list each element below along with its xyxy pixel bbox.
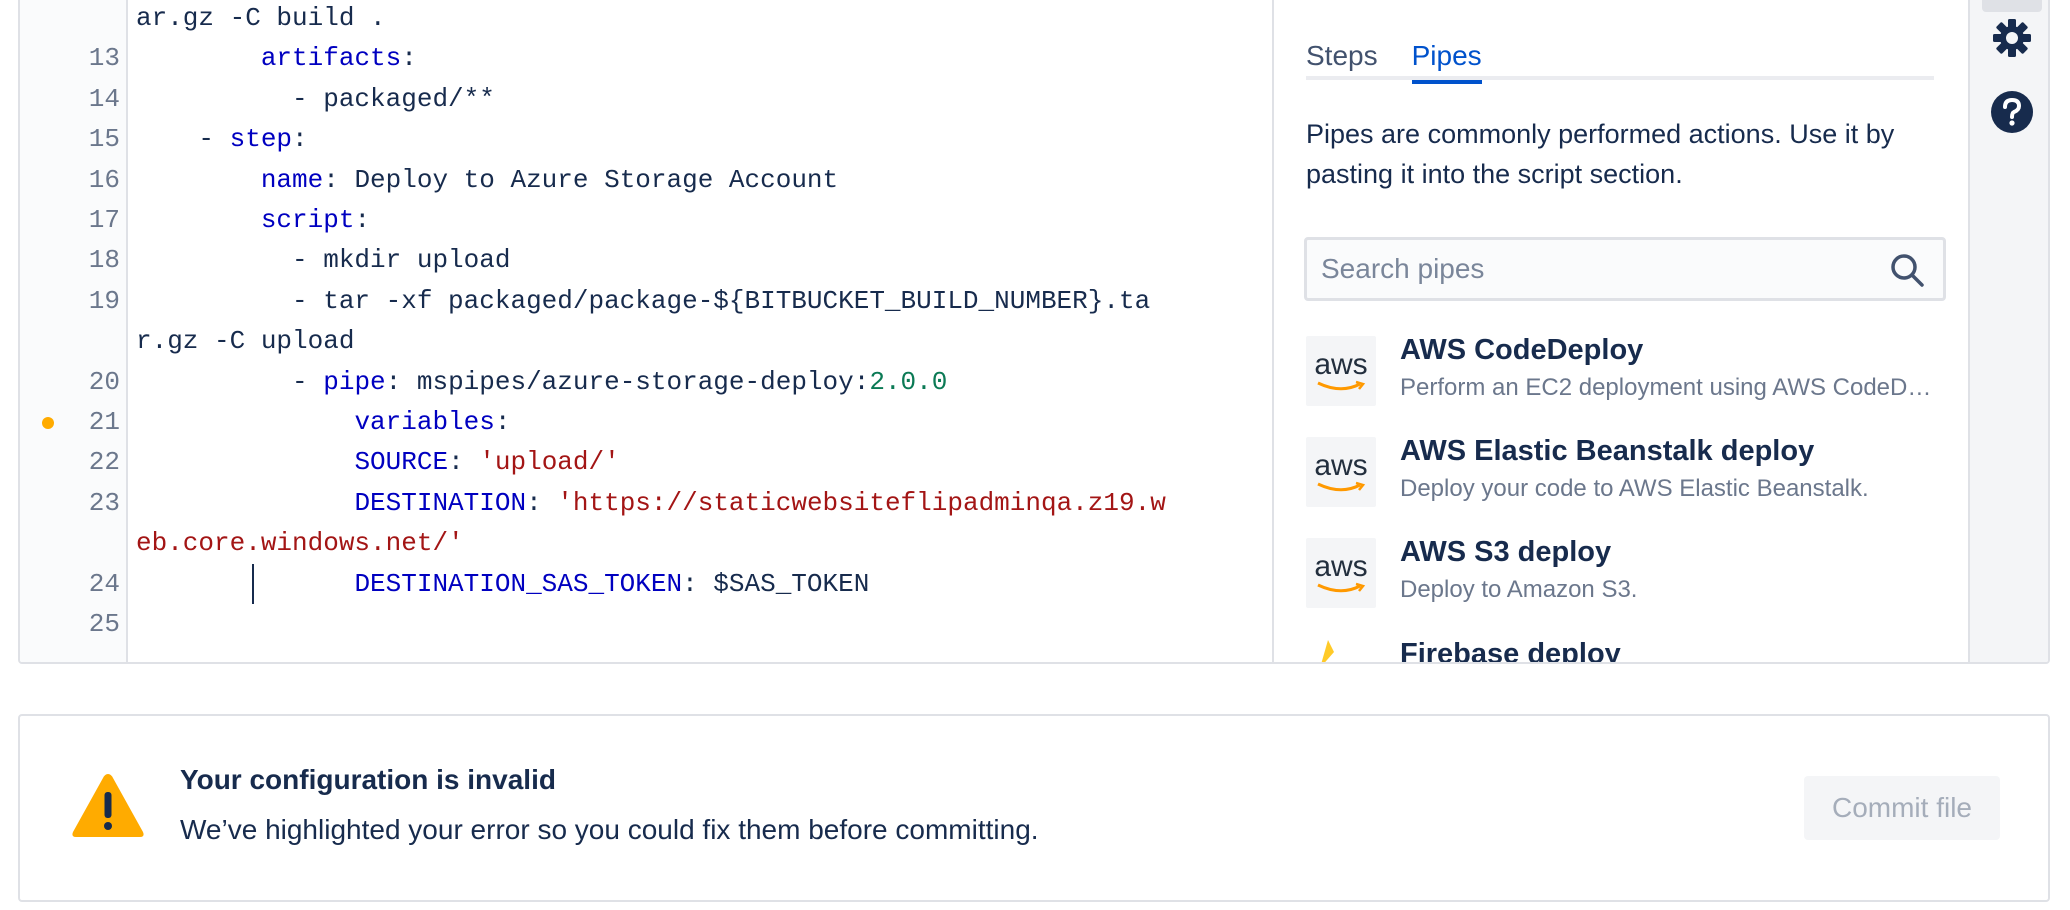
- banner-message: We’ve highlighted your error so you coul…: [180, 814, 1039, 845]
- code-line[interactable]: r.gz -C upload: [20, 321, 1272, 361]
- code-line[interactable]: 13 artifacts:: [20, 38, 1272, 78]
- text-cursor: [252, 563, 254, 604]
- firebase-logo-icon: [1321, 640, 1334, 662]
- code-text: DESTINATION_SAS_TOKEN: $SAS_TOKEN: [354, 568, 870, 599]
- pipe-description: Deploy your code to AWS Elastic Beanstal…: [1400, 475, 1869, 502]
- pipe-title: Firebase deploy: [1400, 638, 1621, 662]
- invalid-config-banner: Your configuration is invalid We’ve high…: [18, 714, 2050, 902]
- code-text: - step:: [136, 124, 308, 155]
- code-text: r.gz -C upload: [136, 326, 355, 357]
- tab-pipes[interactable]: Pipes: [1411, 38, 1482, 84]
- code-line[interactable]: 14 - packaged/**: [20, 79, 1272, 119]
- code-text: - packaged/**: [136, 83, 495, 114]
- line-number: 22: [88, 447, 120, 478]
- line-number: 17: [88, 205, 120, 235]
- line-number: 14: [88, 83, 120, 114]
- line-number: 21: [88, 407, 120, 437]
- commit-file-button[interactable]: Commit file: [1804, 776, 2000, 840]
- code-line[interactable]: 16 name: Deploy to Azure Storage Account: [20, 160, 1272, 200]
- line-number: 18: [88, 245, 120, 276]
- tab-steps[interactable]: Steps: [1306, 38, 1378, 80]
- code-line[interactable]: 22 SOURCE: 'upload/': [20, 442, 1272, 482]
- code-text: eb.core.windows.net/': [136, 528, 464, 559]
- pipes-side-panel: Steps Pipes Pipes are commonly performed…: [1272, 0, 1968, 662]
- code-line[interactable]: 23 DESTINATION: 'https://staticwebsitefl…: [20, 483, 1272, 523]
- line-number: 13: [88, 43, 120, 74]
- gear-icon[interactable]: [1990, 16, 2034, 60]
- aws-logo-icon: aws: [1306, 437, 1376, 507]
- help-icon[interactable]: [1990, 90, 2034, 134]
- code-line[interactable]: 18 - mkdir upload: [20, 240, 1272, 280]
- code-line[interactable]: 20 - pipe: mspipes/azure-storage-deploy:…: [20, 362, 1272, 402]
- line-number: 19: [88, 285, 120, 316]
- code-line[interactable]: 24 DESTINATION_SAS_TOKEN: $SAS_TOKEN: [20, 563, 1272, 604]
- pipes-description: Pipes are commonly performed actions. Us…: [1306, 119, 1895, 189]
- banner-title: Your configuration is invalid: [180, 764, 556, 795]
- search-pipes-box[interactable]: [1304, 237, 1946, 301]
- code-line[interactable]: 17 script:: [20, 200, 1272, 240]
- code-text: variables:: [354, 407, 511, 437]
- aws-logo-icon: aws: [1306, 336, 1376, 406]
- code-text: - mkdir upload: [136, 245, 511, 276]
- line-number: 25: [88, 609, 120, 639]
- code-text: SOURCE: 'upload/': [354, 447, 620, 478]
- code-line[interactable]: 21 variables:: [20, 402, 1272, 442]
- line-number: 20: [88, 366, 120, 397]
- pipe-description: Deploy to Amazon S3.: [1400, 576, 1638, 603]
- code-line[interactable]: ar.gz -C build .: [20, 0, 1272, 38]
- right-toolbar-rail: [1968, 0, 2048, 662]
- code-line[interactable]: 19 - tar -xf packaged/package-${BITBUCKE…: [20, 281, 1272, 321]
- pipe-title: AWS Elastic Beanstalk deploy: [1400, 435, 1815, 467]
- search-pipes-input[interactable]: [1321, 240, 1861, 298]
- line-number: 24: [88, 568, 120, 599]
- search-icon[interactable]: [1887, 250, 1927, 290]
- code-text: script:: [260, 205, 371, 235]
- pipe-item-aws-s3-deploy[interactable]: aws AWS S3 deploy Deploy to Amazon S3.: [1306, 536, 1946, 616]
- code-line[interactable]: eb.core.windows.net/': [20, 523, 1272, 563]
- code-text: artifacts:: [260, 43, 417, 74]
- pipe-description: Perform an EC2 deployment using AWS Code…: [1400, 374, 1940, 401]
- warning-icon: [72, 774, 144, 837]
- line-number: 23: [88, 487, 120, 518]
- code-text: ar.gz -C build .: [136, 3, 386, 33]
- pipe-item-firebase-deploy[interactable]: Firebase deploy: [1306, 638, 1946, 662]
- code-text: name: Deploy to Azure Storage Account: [260, 164, 839, 195]
- code-text: - pipe: mspipes/azure-storage-deploy:2.0…: [136, 366, 948, 397]
- rail-top-button[interactable]: [1982, 0, 2042, 12]
- pipe-title: AWS CodeDeploy: [1400, 334, 1644, 366]
- code-line[interactable]: 15 - step:: [20, 119, 1272, 159]
- code-line[interactable]: 25: [20, 604, 1272, 644]
- code-text: DESTINATION: 'https://staticwebsiteflipa…: [354, 487, 1166, 518]
- pipe-item-aws-elastic-beanstalk[interactable]: aws AWS Elastic Beanstalk deploy Deploy …: [1306, 435, 1946, 515]
- panel-tabs: Steps Pipes: [1306, 38, 1934, 84]
- code-text: - tar -xf packaged/package-${BITBUCKET_B…: [136, 285, 1151, 316]
- yaml-editor-frame: ar.gz -C build . 13 artifacts: 14 - packag…: [18, 0, 2050, 664]
- code-editor[interactable]: ar.gz -C build . 13 artifacts: 14 - packag…: [20, 0, 1272, 662]
- line-number: 15: [88, 124, 120, 155]
- pipe-title: AWS S3 deploy: [1400, 536, 1612, 568]
- aws-logo-icon: aws: [1306, 538, 1376, 608]
- line-number: 16: [88, 164, 120, 195]
- pipe-item-aws-codedeploy[interactable]: aws AWS CodeDeploy Perform an EC2 deploy…: [1306, 334, 1946, 414]
